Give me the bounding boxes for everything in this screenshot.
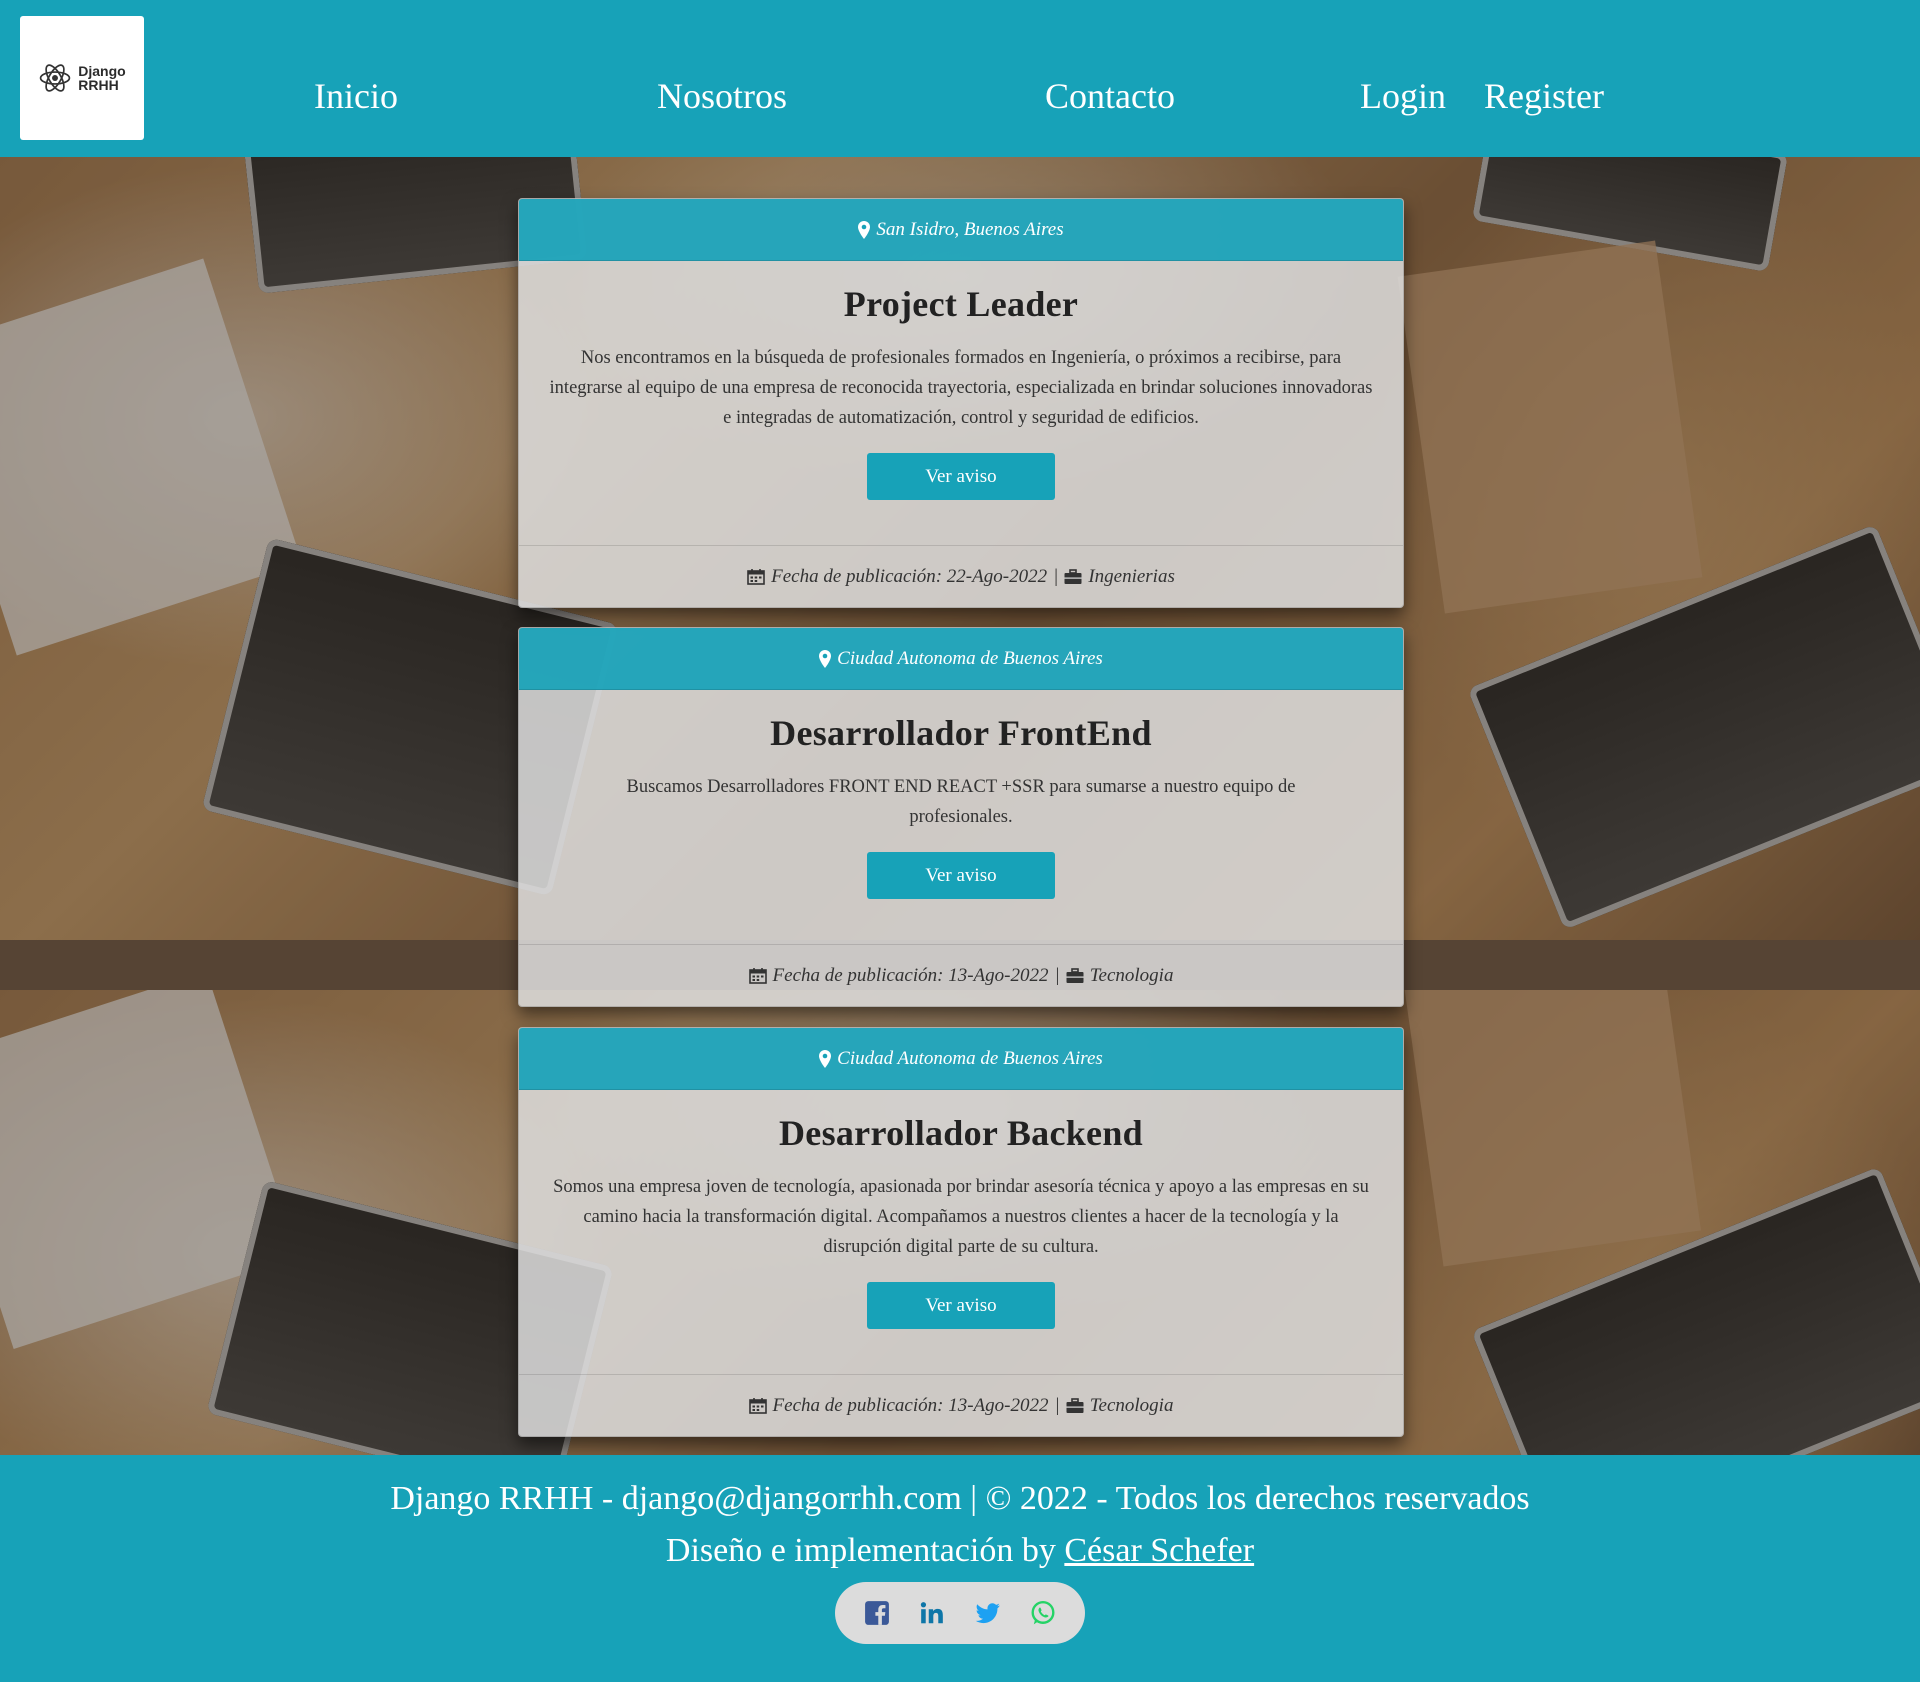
calendar-icon: [748, 1397, 767, 1414]
calendar-icon: [747, 568, 765, 585]
job-card: Ciudad Autonoma de Buenos Aires Desarrol…: [518, 1027, 1404, 1437]
footer-separator: |: [1054, 964, 1060, 986]
job-category: Ingenierias: [1088, 565, 1175, 587]
logo-text: Django RRHH: [78, 64, 125, 92]
job-card-body: Desarrollador FrontEnd Buscamos Desarrol…: [519, 690, 1403, 944]
job-card-footer: Fecha de publicación: 13-Ago-2022 | Tecn…: [519, 944, 1403, 1006]
linkedin-icon: [921, 1602, 944, 1624]
navbar: Django RRHH Inicio Nosotros Contacto Log…: [0, 0, 1920, 157]
ver-aviso-button[interactable]: Ver aviso: [867, 453, 1055, 500]
job-title: Desarrollador FrontEnd: [770, 713, 1152, 753]
job-card: San Isidro, Buenos Aires Project Leader …: [518, 198, 1404, 608]
job-title: Desarrollador Backend: [779, 1113, 1143, 1153]
nav-register[interactable]: Register: [1484, 72, 1604, 120]
job-description: Buscamos Desarrolladores FRONT END REACT…: [626, 777, 1296, 827]
ver-aviso-button[interactable]: Ver aviso: [867, 1282, 1055, 1329]
footer-separator: |: [1054, 1394, 1060, 1416]
nav-contacto[interactable]: Contacto: [1045, 72, 1175, 120]
map-pin-icon: [819, 649, 832, 668]
briefcase-icon: [1064, 568, 1082, 584]
job-card-footer: Fecha de publicación: 13-Ago-2022 | Tecn…: [519, 1374, 1403, 1436]
whatsapp-button[interactable]: [1027, 1597, 1059, 1629]
social-links: [835, 1582, 1085, 1644]
job-card-header: Ciudad Autonoma de Buenos Aires: [519, 1028, 1403, 1090]
logo-line-1: Django: [78, 63, 126, 79]
job-date: Fecha de publicación: 13-Ago-2022: [772, 1394, 1049, 1416]
logo-line-2: RRHH: [78, 77, 119, 93]
job-card-footer: Fecha de publicación: 22-Ago-2022 | Inge…: [519, 545, 1403, 607]
twitter-button[interactable]: [972, 1597, 1004, 1629]
nav-inicio[interactable]: Inicio: [314, 72, 398, 120]
job-location: Ciudad Autonoma de Buenos Aires: [837, 1047, 1103, 1069]
job-card-header: Ciudad Autonoma de Buenos Aires: [519, 628, 1403, 690]
whatsapp-icon: [1031, 1600, 1055, 1625]
map-pin-icon: [858, 220, 871, 239]
job-category: Tecnologia: [1089, 964, 1174, 986]
job-category: Tecnologia: [1089, 1394, 1174, 1416]
job-date: Fecha de publicación: 22-Ago-2022: [771, 565, 1048, 587]
twitter-icon: [975, 1603, 1000, 1624]
job-title: Project Leader: [843, 284, 1079, 324]
footer-credits: Diseño e implementación by César Schefer: [0, 1529, 1920, 1573]
job-location: San Isidro, Buenos Aires: [876, 218, 1064, 240]
atom-icon: [39, 64, 71, 92]
ver-aviso-button[interactable]: Ver aviso: [867, 852, 1055, 899]
footer-separator: |: [1053, 565, 1059, 587]
job-location: Ciudad Autonoma de Buenos Aires: [837, 647, 1103, 669]
job-description: Nos encontramos en la búsqueda de profes…: [549, 348, 1373, 428]
facebook-icon: [864, 1601, 889, 1625]
facebook-button[interactable]: [861, 1597, 893, 1629]
job-card-body: Desarrollador Backend Somos una empresa …: [519, 1090, 1403, 1374]
brand-logo[interactable]: Django RRHH: [20, 16, 144, 140]
job-card-header: San Isidro, Buenos Aires: [519, 199, 1403, 261]
author-link[interactable]: César Schefer: [1064, 1532, 1254, 1569]
briefcase-icon: [1066, 967, 1084, 983]
footer-credits-prefix: Diseño e implementación by: [665, 1532, 1065, 1569]
nav-login[interactable]: Login: [1360, 72, 1446, 120]
job-date: Fecha de publicación: 13-Ago-2022: [772, 964, 1049, 986]
map-pin-icon: [819, 1049, 832, 1068]
calendar-icon: [748, 967, 767, 984]
site-footer: Django RRHH - django@djangorrhh.com | © …: [0, 1455, 1920, 1682]
linkedin-button[interactable]: [916, 1597, 948, 1629]
nav-nosotros[interactable]: Nosotros: [657, 72, 787, 120]
job-description: Somos una empresa joven de tecnología, a…: [553, 1177, 1369, 1257]
briefcase-icon: [1066, 1397, 1084, 1413]
job-card: Ciudad Autonoma de Buenos Aires Desarrol…: [518, 627, 1404, 1007]
footer-copyright: Django RRHH - django@djangorrhh.com | © …: [390, 1480, 1530, 1517]
job-card-body: Project Leader Nos encontramos en la bús…: [519, 261, 1403, 545]
